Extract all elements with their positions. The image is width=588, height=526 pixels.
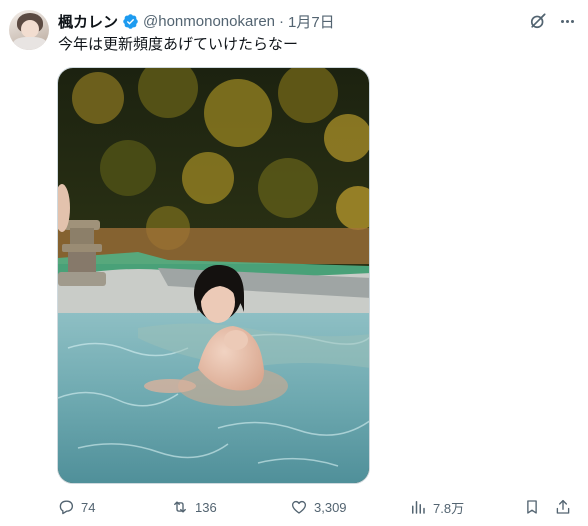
display-name[interactable]: 楓カレン (58, 11, 118, 32)
share-icon (556, 499, 570, 514)
handle[interactable]: @honmononokaren (143, 13, 275, 30)
grok-icon[interactable] (528, 11, 548, 31)
post-text: 今年は更新頻度あげていけたらなー (58, 36, 299, 53)
post-photo[interactable] (57, 67, 370, 484)
like-icon (291, 500, 307, 514)
bookmark-icon (527, 500, 537, 514)
more-icon[interactable] (557, 11, 577, 31)
repost-count: 136 (195, 499, 217, 515)
repost-button[interactable]: 136 (171, 496, 217, 518)
bookmark-button[interactable] (523, 496, 541, 518)
action-bar: 74 136 3,309 7.8万 (57, 496, 577, 518)
reply-icon (59, 500, 74, 515)
like-count: 3,309 (314, 499, 347, 515)
verified-badge-icon[interactable] (122, 13, 139, 30)
views-count: 7.8万 (433, 500, 465, 516)
like-button[interactable]: 3,309 (290, 496, 347, 518)
avatar[interactable] (9, 10, 49, 50)
post-date[interactable]: 1月7日 (288, 11, 335, 32)
reply-button[interactable]: 74 (57, 496, 95, 518)
views-icon (412, 501, 425, 514)
views-button[interactable]: 7.8万 (409, 496, 464, 518)
share-button[interactable] (554, 496, 572, 518)
post-header: 楓カレン @honmononokaren · 1月7日 (58, 11, 335, 31)
repost-icon (174, 501, 186, 513)
separator: · (279, 12, 284, 30)
reply-count: 74 (81, 499, 96, 515)
